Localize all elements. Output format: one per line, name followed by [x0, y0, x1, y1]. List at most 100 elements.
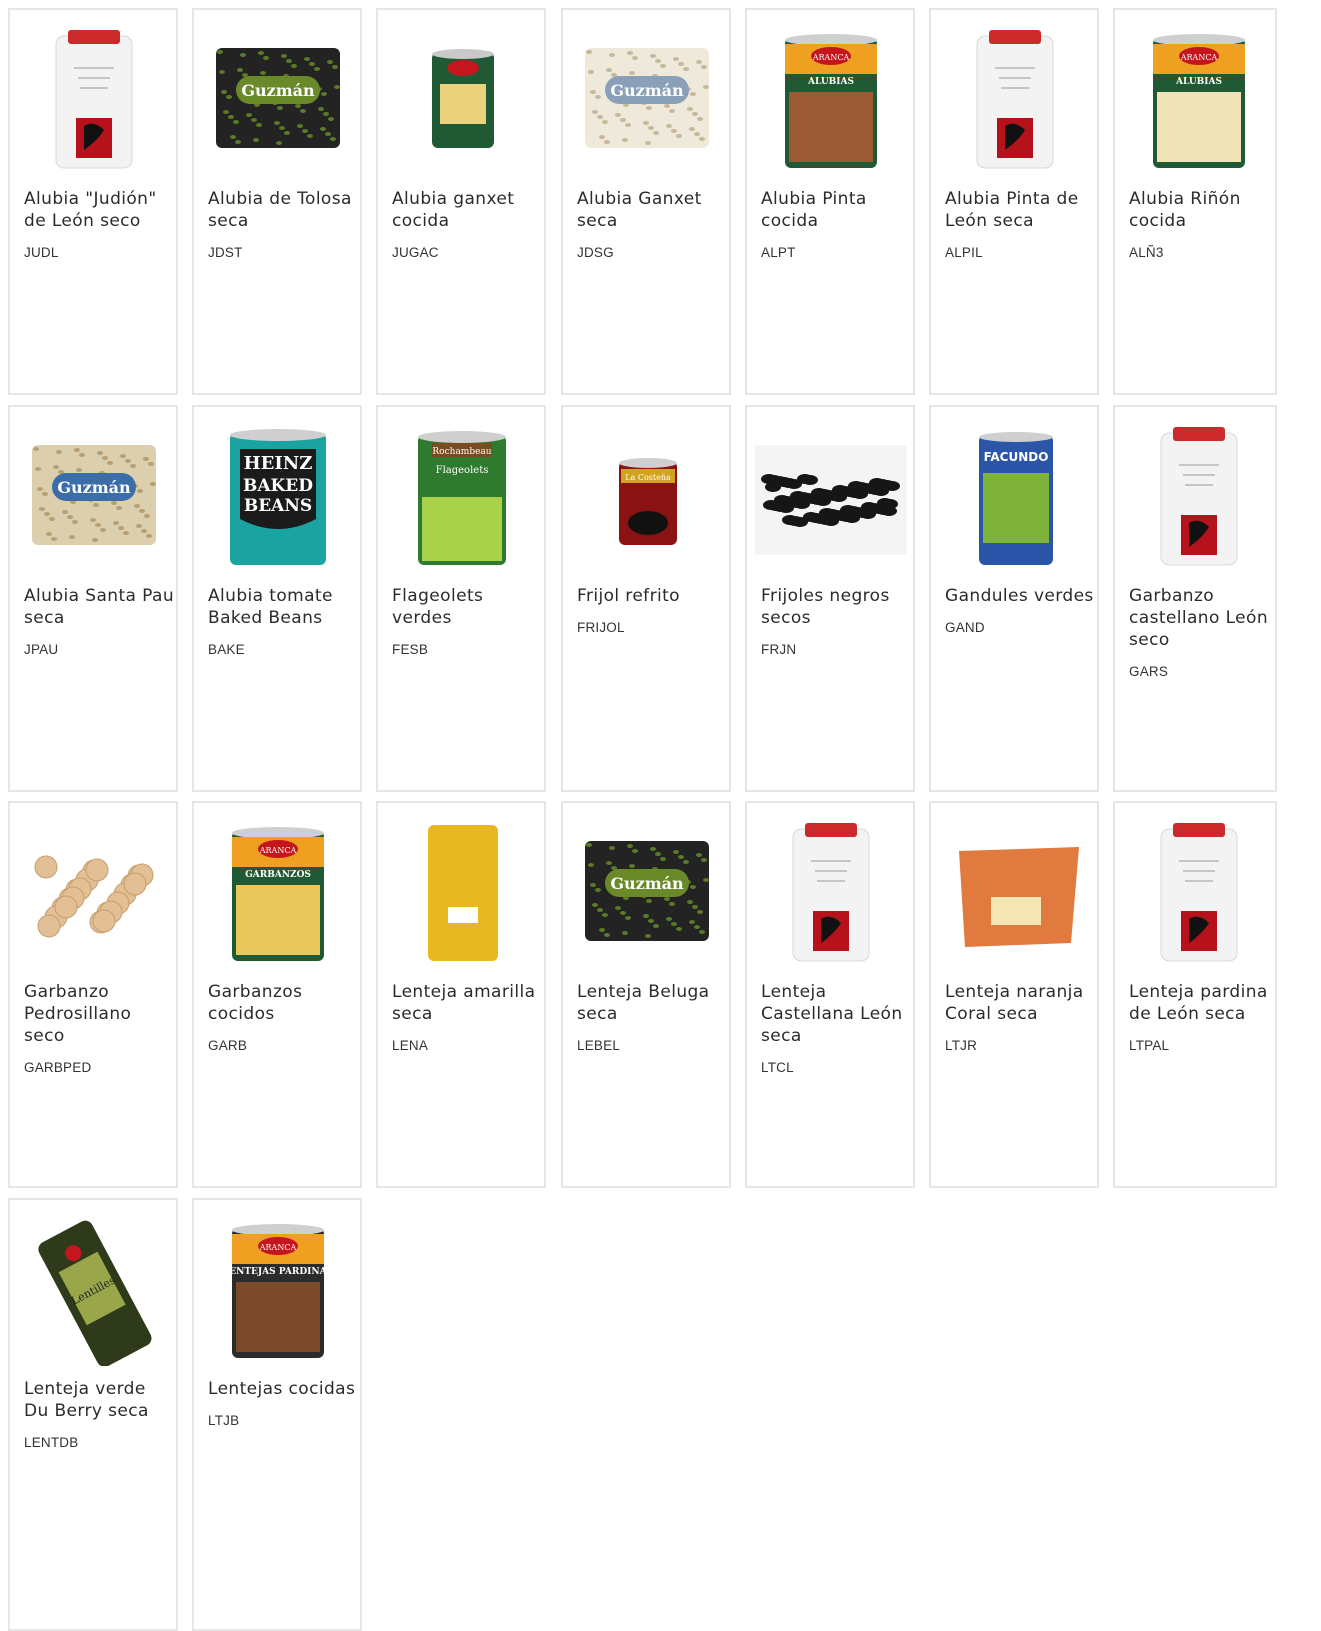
- product-title[interactable]: Flageolets verdes FESB: [392, 585, 542, 659]
- product-code: GAND: [945, 620, 985, 635]
- product-image[interactable]: [18, 811, 170, 969]
- product-card[interactable]: ARANCA LENTEJAS PARDINAS Lentejas cocida…: [192, 1198, 362, 1631]
- product-code: BAKE: [208, 642, 245, 657]
- product-code: LENTDB: [24, 1435, 79, 1450]
- product-title[interactable]: Alubia ganxet cocida JUGAC: [392, 188, 542, 262]
- product-title[interactable]: Lenteja Castellana León seca LTCL: [761, 981, 911, 1077]
- product-card[interactable]: HEINZ BAKED BEANS Alubia tomate Baked Bea…: [192, 405, 362, 792]
- product-image[interactable]: [386, 811, 538, 969]
- product-title[interactable]: Alubia "Judión" de León seco JUDL: [24, 188, 174, 262]
- product-card[interactable]: Garbanzo Pedrosillano seco GARBPED: [8, 801, 178, 1188]
- product-card[interactable]: Lenteja amarilla seca LENA: [376, 801, 546, 1188]
- product-title[interactable]: Alubia tomate Baked Beans BAKE: [208, 585, 358, 659]
- svg-text:GARBANZOS: GARBANZOS: [245, 870, 311, 880]
- product-image[interactable]: ARANCA GARBANZOS: [202, 811, 354, 969]
- product-image[interactable]: FACUNDO: [939, 415, 1091, 573]
- product-image[interactable]: ARANCA ALUBIAS: [1123, 18, 1275, 176]
- product-code: LEBEL: [577, 1038, 621, 1053]
- svg-text:La Costeña: La Costeña: [625, 473, 671, 482]
- product-title[interactable]: Alubia Riñón cocida ALÑ3: [1129, 188, 1279, 262]
- product-image[interactable]: [1123, 811, 1275, 969]
- product-card[interactable]: ARANCA GARBANZOS Garbanzos cocidos GARB: [192, 801, 362, 1188]
- product-card[interactable]: Guzmán Alubia Santa Pau seca JPAU: [8, 405, 178, 792]
- product-code: ALÑ3: [1129, 245, 1164, 260]
- product-code: GARS: [1129, 664, 1169, 679]
- product-code: JDSG: [577, 245, 614, 260]
- product-code: ALPT: [761, 245, 796, 260]
- svg-text:Rochambeau: Rochambeau: [432, 447, 491, 457]
- product-image[interactable]: [755, 415, 907, 573]
- product-title[interactable]: Alubia Ganxet seca JDSG: [577, 188, 727, 262]
- product-title[interactable]: Alubia Pinta de León seca ALPIL: [945, 188, 1095, 262]
- product-title[interactable]: Alubia Pinta cocida ALPT: [761, 188, 911, 262]
- product-code: JUGAC: [392, 245, 439, 260]
- product-card[interactable]: Lenteja pardina de León seca LTPAL: [1113, 801, 1277, 1188]
- product-title[interactable]: Frijol refrito FRIJOL: [577, 585, 727, 637]
- product-card[interactable]: Guzmán Alubia de Tolosa seca JDST: [192, 8, 362, 395]
- product-code: GARB: [208, 1038, 248, 1053]
- product-image[interactable]: ARANCA LENTEJAS PARDINAS: [202, 1208, 354, 1366]
- svg-text:ALUBIAS: ALUBIAS: [1175, 77, 1222, 87]
- product-card[interactable]: Lenteja Castellana León seca LTCL: [745, 801, 915, 1188]
- product-title[interactable]: Lenteja pardina de León seca LTPAL: [1129, 981, 1279, 1055]
- product-title[interactable]: Lenteja naranja Coral seca LTJR: [945, 981, 1095, 1055]
- product-code: LTCL: [761, 1060, 794, 1075]
- product-card[interactable]: Lentilles Lenteja verde Du Berry seca LEN…: [8, 1198, 178, 1631]
- svg-text:Guzmán: Guzmán: [610, 81, 684, 100]
- product-image[interactable]: Rochambeau Flageolets: [386, 415, 538, 573]
- product-code: JUDL: [24, 245, 59, 260]
- product-card[interactable]: Alubia ganxet cocida JUGAC: [376, 8, 546, 395]
- product-card[interactable]: ARANCA ALUBIAS Alubia Riñón cocida ALÑ3: [1113, 8, 1277, 395]
- product-title[interactable]: Lenteja verde Du Berry seca LENTDB: [24, 1378, 174, 1452]
- product-title[interactable]: Alubia de Tolosa seca JDST: [208, 188, 358, 262]
- product-title[interactable]: Garbanzo castellano León seco GARS: [1129, 585, 1279, 681]
- product-image[interactable]: Guzmán: [571, 18, 723, 176]
- product-code: LENA: [392, 1038, 429, 1053]
- svg-text:ARANCA: ARANCA: [259, 1243, 297, 1252]
- product-card[interactable]: Guzmán Lenteja Beluga seca LEBEL: [561, 801, 731, 1188]
- product-card[interactable]: Frijoles negros secos FRJN: [745, 405, 915, 792]
- product-title[interactable]: Lenteja amarilla seca LENA: [392, 981, 542, 1055]
- product-code: FRIJOL: [577, 620, 625, 635]
- product-title[interactable]: Alubia Santa Pau seca JPAU: [24, 585, 174, 659]
- product-image[interactable]: La Costeña: [571, 415, 723, 573]
- product-card[interactable]: Alubia Pinta de León seca ALPIL: [929, 8, 1099, 395]
- product-image[interactable]: [939, 18, 1091, 176]
- svg-text:FACUNDO: FACUNDO: [984, 450, 1049, 464]
- product-image[interactable]: HEINZ BAKED BEANS: [202, 415, 354, 573]
- product-code: FRJN: [761, 642, 797, 657]
- product-code: GARBPED: [24, 1060, 92, 1075]
- product-image[interactable]: Guzmán: [202, 18, 354, 176]
- product-card[interactable]: La Costeña Frijol refrito FRIJOL: [561, 405, 731, 792]
- product-code: JPAU: [24, 642, 59, 657]
- svg-text:ARANCA: ARANCA: [812, 53, 850, 62]
- svg-text:HEINZ: HEINZ: [244, 453, 313, 474]
- product-image[interactable]: [1123, 415, 1275, 573]
- product-title[interactable]: Lentejas cocidas LTJB: [208, 1378, 358, 1430]
- product-image[interactable]: [939, 811, 1091, 969]
- svg-text:Guzmán: Guzmán: [610, 874, 684, 893]
- product-image[interactable]: ARANCA ALUBIAS: [755, 18, 907, 176]
- svg-text:BAKED: BAKED: [243, 476, 313, 496]
- product-image[interactable]: [386, 18, 538, 176]
- product-card[interactable]: Lenteja naranja Coral seca LTJR: [929, 801, 1099, 1188]
- product-card[interactable]: Rochambeau Flageolets Flageolets verdes F…: [376, 405, 546, 792]
- product-title[interactable]: Lenteja Beluga seca LEBEL: [577, 981, 727, 1055]
- product-card[interactable]: Alubia "Judión" de León seco JUDL: [8, 8, 178, 395]
- product-title[interactable]: Gandules verdes GAND: [945, 585, 1095, 637]
- product-title[interactable]: Garbanzos cocidos GARB: [208, 981, 358, 1055]
- product-card[interactable]: Garbanzo castellano León seco GARS: [1113, 405, 1277, 792]
- product-image[interactable]: [755, 811, 907, 969]
- svg-text:Guzmán: Guzmán: [241, 81, 315, 100]
- product-card[interactable]: Guzmán Alubia Ganxet seca JDSG: [561, 8, 731, 395]
- product-card[interactable]: FACUNDO Gandules verdes GAND: [929, 405, 1099, 792]
- svg-text:Guzmán: Guzmán: [57, 478, 131, 497]
- product-image[interactable]: [18, 18, 170, 176]
- product-title[interactable]: Frijoles negros secos FRJN: [761, 585, 911, 659]
- product-card[interactable]: ARANCA ALUBIAS Alubia Pinta cocida ALPT: [745, 8, 915, 395]
- product-image[interactable]: Lentilles: [18, 1208, 170, 1366]
- svg-text:ARANCA: ARANCA: [259, 846, 297, 855]
- product-image[interactable]: Guzmán: [18, 415, 170, 573]
- product-title[interactable]: Garbanzo Pedrosillano seco GARBPED: [24, 981, 174, 1077]
- product-image[interactable]: Guzmán: [571, 811, 723, 969]
